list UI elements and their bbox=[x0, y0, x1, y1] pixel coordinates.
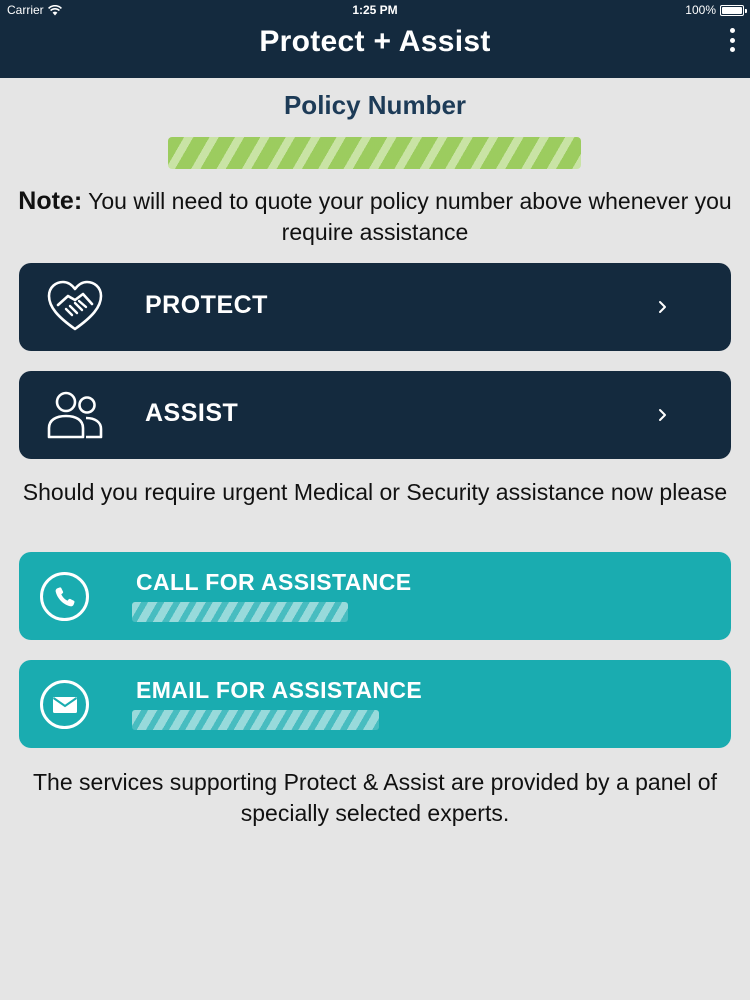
more-vertical-icon[interactable] bbox=[728, 28, 736, 52]
policy-number-redacted bbox=[168, 137, 581, 169]
phone-icon bbox=[40, 572, 89, 621]
app-header: Carrier 1:25 PM 100% Protect + Assist bbox=[0, 0, 750, 78]
email-address-redacted bbox=[132, 710, 379, 730]
protect-button[interactable]: PROTECT bbox=[19, 263, 731, 351]
status-bar: Carrier 1:25 PM 100% bbox=[0, 0, 750, 22]
app-title: Protect + Assist bbox=[259, 25, 491, 58]
chevron-right-icon bbox=[659, 409, 666, 421]
battery-icon bbox=[720, 4, 747, 16]
note-text: You will need to quote your policy numbe… bbox=[82, 188, 732, 245]
assist-button-label: ASSIST bbox=[145, 399, 239, 427]
handshake-heart-icon bbox=[47, 280, 103, 331]
chevron-right-icon bbox=[659, 301, 666, 313]
call-for-assistance-button[interactable]: CALL FOR ASSISTANCE bbox=[19, 552, 731, 640]
policy-note: Note: You will need to quote your policy… bbox=[10, 186, 740, 248]
phone-number-redacted bbox=[132, 602, 348, 622]
footer-text: The services supporting Protect & Assist… bbox=[33, 769, 717, 826]
urgent-assistance-text: Should you require urgent Medical or Sec… bbox=[22, 479, 728, 505]
battery-percent: 100% bbox=[685, 3, 716, 17]
note-bold: Note: bbox=[18, 187, 83, 215]
envelope-icon bbox=[40, 680, 89, 729]
email-for-assistance-label: EMAIL FOR ASSISTANCE bbox=[136, 677, 423, 703]
call-for-assistance-label: CALL FOR ASSISTANCE bbox=[136, 569, 412, 595]
status-right: 100% bbox=[685, 3, 747, 17]
users-icon bbox=[47, 391, 103, 439]
policy-number-label: Policy Number bbox=[283, 90, 467, 120]
status-time: 1:25 PM bbox=[352, 3, 398, 17]
protect-button-label: PROTECT bbox=[145, 291, 268, 319]
email-for-assistance-button[interactable]: EMAIL FOR ASSISTANCE bbox=[19, 660, 731, 748]
assist-button[interactable]: ASSIST bbox=[19, 371, 731, 459]
